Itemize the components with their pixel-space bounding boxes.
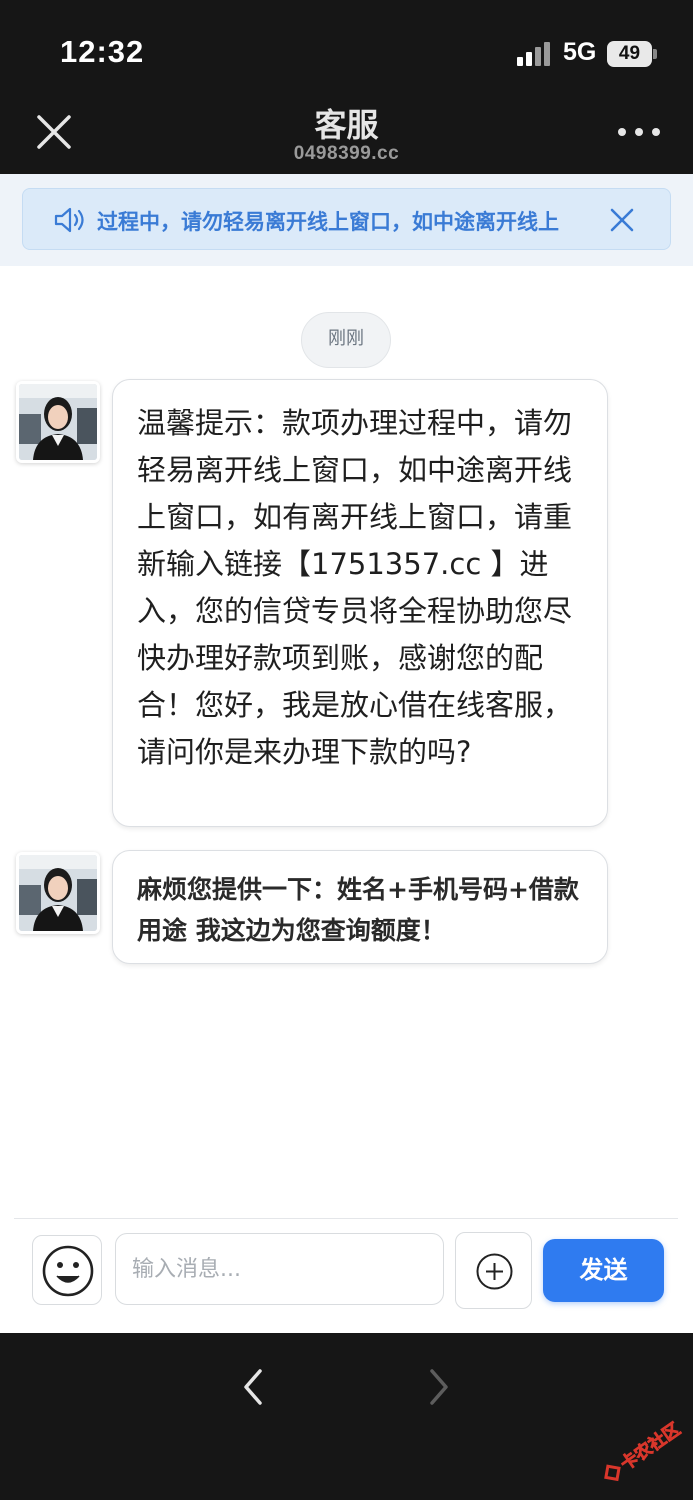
chevron-left-icon <box>244 1369 262 1405</box>
emoji-button[interactable] <box>32 1235 102 1305</box>
timestamp-pill: 刚刚 <box>301 312 391 368</box>
battery-level: 49 <box>607 41 652 67</box>
message-composer: 发送 <box>14 1218 678 1316</box>
chevron-right-icon <box>430 1369 448 1405</box>
signal-icon <box>517 42 555 66</box>
page-subtitle-domain: 0498399.cc <box>293 143 400 164</box>
more-menu-button[interactable] <box>616 124 662 140</box>
status-time: 12:32 <box>60 34 145 69</box>
forward-button[interactable] <box>422 1365 456 1409</box>
battery-icon: 49 <box>607 41 657 67</box>
agent-avatar <box>16 381 100 463</box>
message-bubble: 温馨提示：款项办理过程中，请勿轻易离开线上窗口，如中途离开线上窗口，如有离开线上… <box>112 379 608 827</box>
close-icon <box>610 208 634 232</box>
send-button[interactable]: 发送 <box>543 1239 664 1302</box>
message-input[interactable] <box>115 1233 444 1305</box>
plus-circle-icon <box>476 1253 513 1290</box>
network-label: 5G <box>563 38 597 66</box>
speaker-icon <box>54 207 84 233</box>
agent-avatar <box>16 852 100 934</box>
message-bubble: 麻烦您提供一下：姓名+手机号码+借款用途 我这边为您查询额度！ <box>112 850 608 964</box>
page-title: 客服 <box>314 106 379 144</box>
top-bar: 12:32 5G 49 客服 0498399.cc <box>0 0 693 174</box>
back-button[interactable] <box>236 1365 270 1409</box>
more-icon <box>618 128 626 136</box>
notice-banner: 过程中，请勿轻易离开线上窗口，如中途离开线上 <box>22 188 671 250</box>
attach-button[interactable] <box>455 1232 532 1309</box>
notice-area: 过程中，请勿轻易离开线上窗口，如中途离开线上 <box>0 174 693 266</box>
svg-text:卡农社区: 卡农社区 <box>617 1419 685 1475</box>
notice-text: 过程中，请勿轻易离开线上窗口，如中途离开线上 <box>97 210 559 234</box>
notice-close-button[interactable] <box>607 205 637 235</box>
watermark-logo: 卡农社区 <box>604 1418 685 1482</box>
smiley-icon <box>42 1245 94 1297</box>
